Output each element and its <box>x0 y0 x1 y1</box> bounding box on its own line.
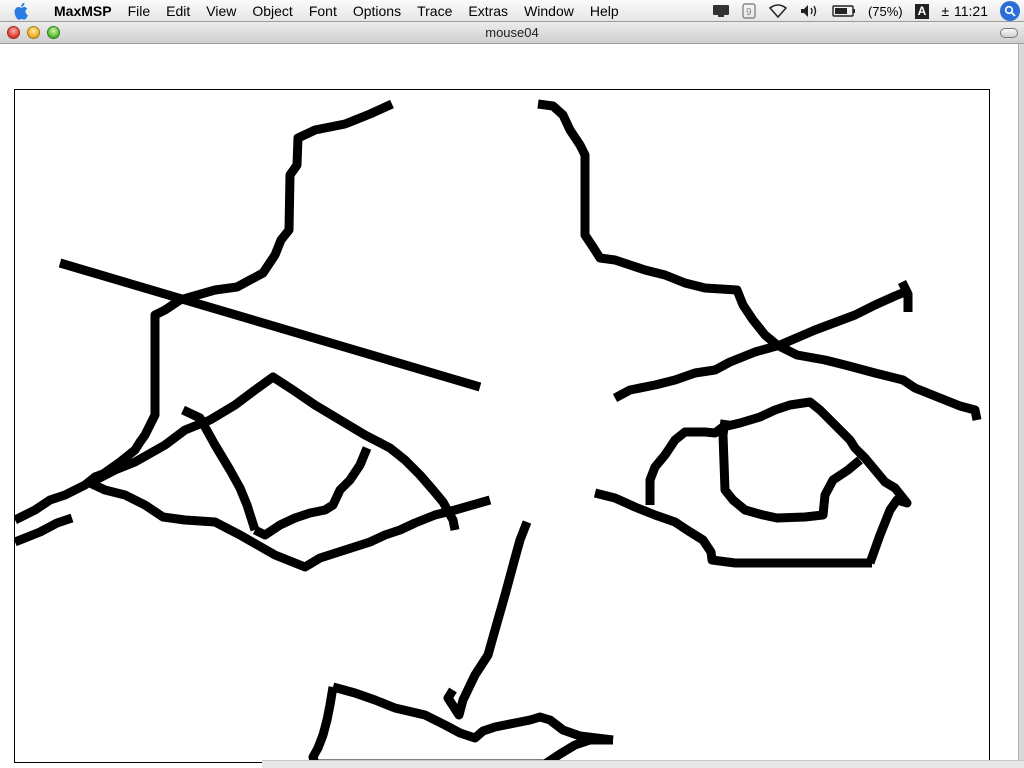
toolbar-toggle-button[interactable] <box>1000 28 1018 38</box>
patcher-content <box>0 44 1024 768</box>
clock[interactable]: ± 11:21 <box>941 0 988 22</box>
spotlight-search-icon[interactable] <box>1000 1 1020 21</box>
menu-options[interactable]: Options <box>345 0 409 22</box>
menu-trace[interactable]: Trace <box>409 0 460 22</box>
stroke <box>252 446 372 540</box>
stroke <box>537 99 982 421</box>
stroke <box>15 513 74 547</box>
menu-view[interactable]: View <box>198 0 244 22</box>
menu-help[interactable]: Help <box>582 0 627 22</box>
menu-window[interactable]: Window <box>516 0 582 22</box>
window-title: mouse04 <box>485 25 539 40</box>
input-menu-label: A <box>914 3 930 19</box>
svg-text:9: 9 <box>746 7 752 18</box>
volume-icon[interactable] <box>800 0 820 22</box>
menu-font[interactable]: Font <box>301 0 345 22</box>
stroke <box>612 285 912 402</box>
clock-sync-symbol: ± <box>941 3 949 19</box>
script-menu-icon[interactable]: 9 <box>742 0 756 22</box>
stroke <box>331 682 614 745</box>
menu-edit[interactable]: Edit <box>158 0 198 22</box>
wifi-icon[interactable] <box>768 0 788 22</box>
menu-app-maxmsp[interactable]: MaxMSP <box>44 0 120 22</box>
window-right-edge <box>1018 44 1024 768</box>
horizontal-scrollbar[interactable] <box>262 760 1024 768</box>
menu-extras[interactable]: Extras <box>460 0 516 22</box>
menu-extras-area: 9 (75%) A ± 11:21 <box>706 0 1024 22</box>
battery-percent: (75%) <box>867 3 903 19</box>
stroke <box>308 686 338 762</box>
stroke <box>443 520 532 720</box>
lcd-drawing-canvas[interactable] <box>14 89 990 763</box>
window-titlebar[interactable]: mouse04 <box>0 22 1024 44</box>
stroke <box>15 99 394 525</box>
stroke <box>58 258 482 392</box>
input-menu[interactable]: A <box>914 0 930 22</box>
display-icon[interactable] <box>712 0 730 22</box>
menu-file[interactable]: File <box>120 0 159 22</box>
freehand-drawing <box>15 99 982 762</box>
menu-bar: MaxMSP File Edit View Object Font Option… <box>0 0 1024 22</box>
apple-menu-icon[interactable] <box>0 0 44 22</box>
battery-icon[interactable] <box>832 0 856 22</box>
clock-time: 11:21 <box>954 3 988 19</box>
stroke <box>645 397 912 565</box>
menu-object[interactable]: Object <box>244 0 300 22</box>
patcher-window: mouse04 <box>0 22 1024 768</box>
